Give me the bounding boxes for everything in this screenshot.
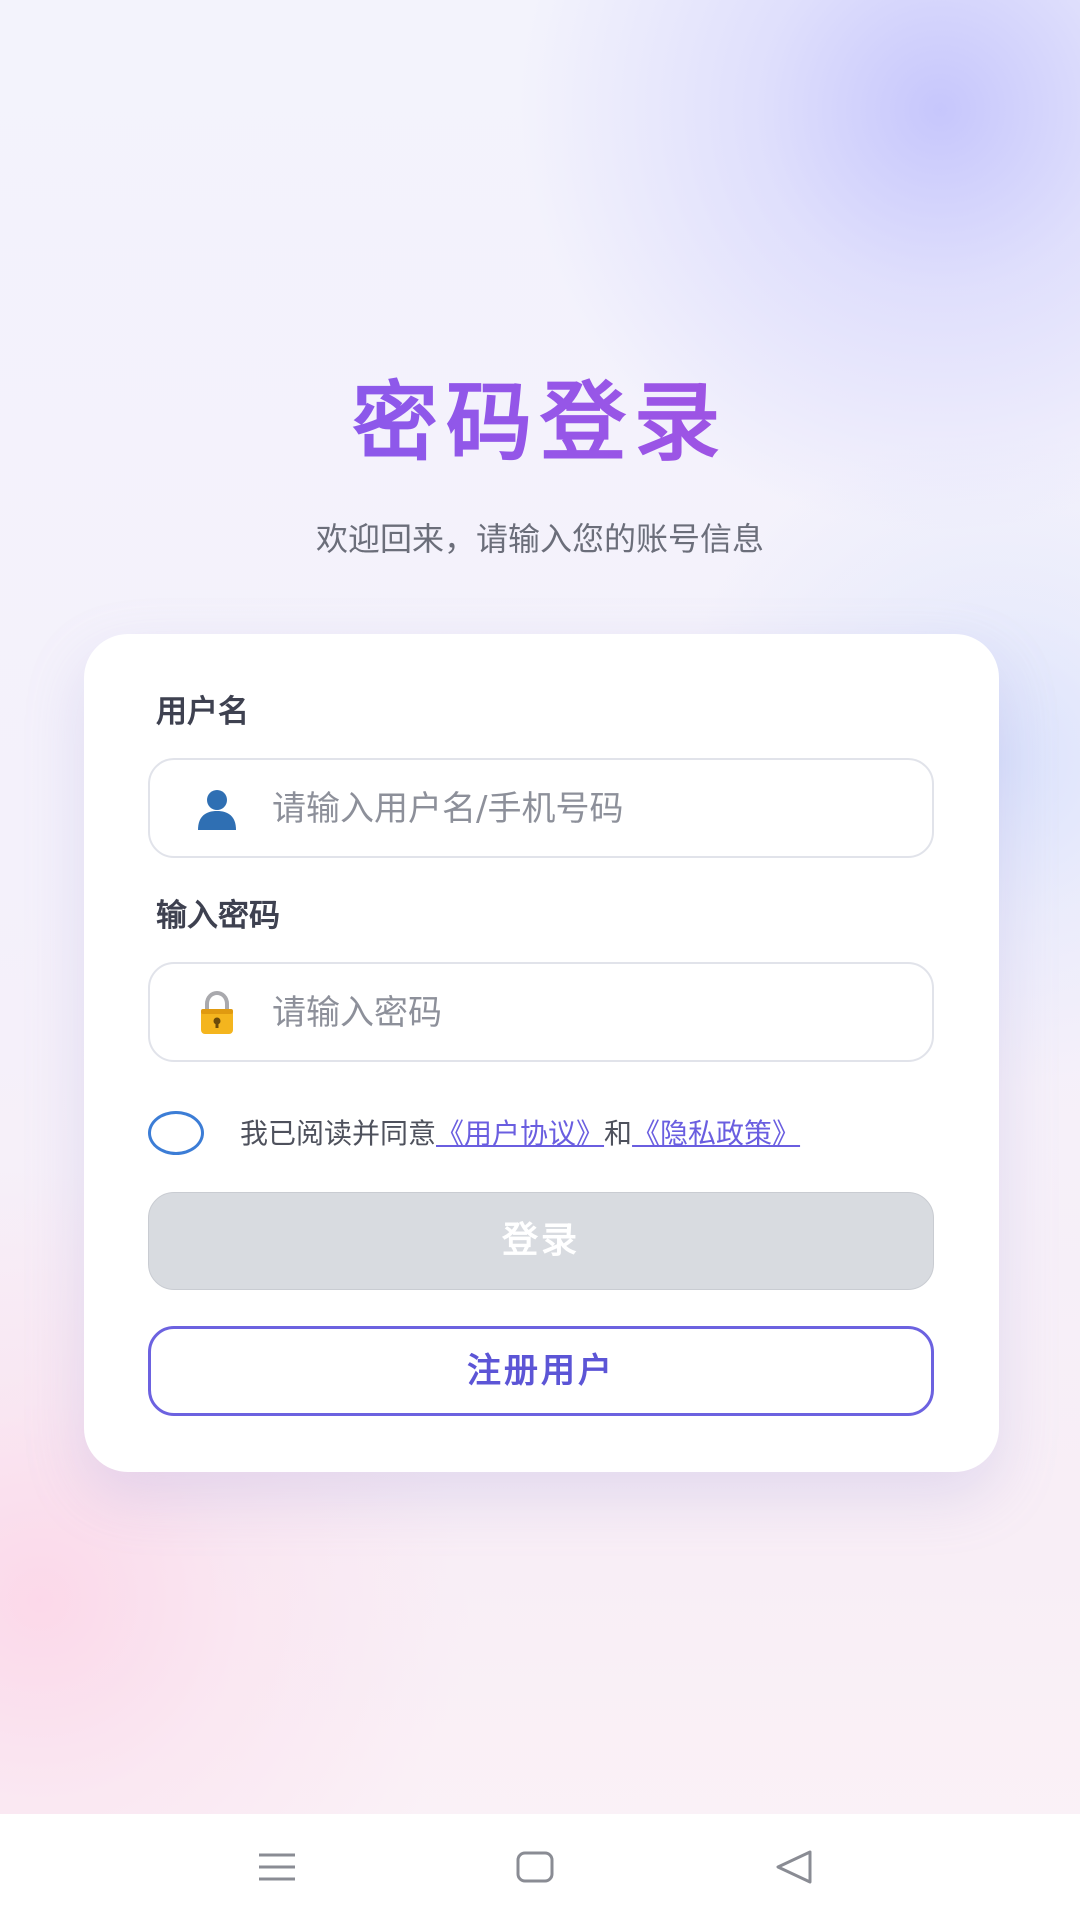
user-agreement-link[interactable]: 《用户协议》 <box>436 1117 604 1150</box>
system-navigation-bar <box>0 1814 1080 1920</box>
agreement-row: 我已阅读并同意《用户协议》和《隐私政策》 <box>148 1104 948 1164</box>
home-icon[interactable] <box>510 1842 560 1892</box>
lock-icon <box>201 990 233 1034</box>
password-input[interactable] <box>270 964 914 1062</box>
agreement-prefix: 我已阅读并同意 <box>240 1117 437 1150</box>
agreement-joiner: 和 <box>604 1117 633 1150</box>
menu-icon[interactable] <box>252 1842 302 1892</box>
username-field[interactable] <box>148 758 934 858</box>
password-label: 输入密码 <box>156 898 280 934</box>
privacy-policy-link[interactable]: 《隐私政策》 <box>632 1117 800 1150</box>
login-card: 用户名 输入密码 我已阅读并同意《用户协议》和《隐私政策》 登录 注册用户 <box>84 634 999 1472</box>
page-subtitle: 欢迎回来，请输入您的账号信息 <box>315 520 764 558</box>
agreement-text: 我已阅读并同意《用户协议》和《隐私政策》 <box>240 1114 800 1154</box>
username-label: 用户名 <box>156 694 249 730</box>
login-button[interactable]: 登录 <box>148 1192 934 1290</box>
back-icon[interactable] <box>768 1842 818 1892</box>
register-button[interactable]: 注册用户 <box>148 1326 934 1416</box>
password-field[interactable] <box>148 962 934 1062</box>
agreement-radio[interactable] <box>148 1111 204 1155</box>
username-input[interactable] <box>270 760 914 858</box>
page-title: 密码登录 <box>0 368 1080 478</box>
user-icon <box>198 790 236 830</box>
